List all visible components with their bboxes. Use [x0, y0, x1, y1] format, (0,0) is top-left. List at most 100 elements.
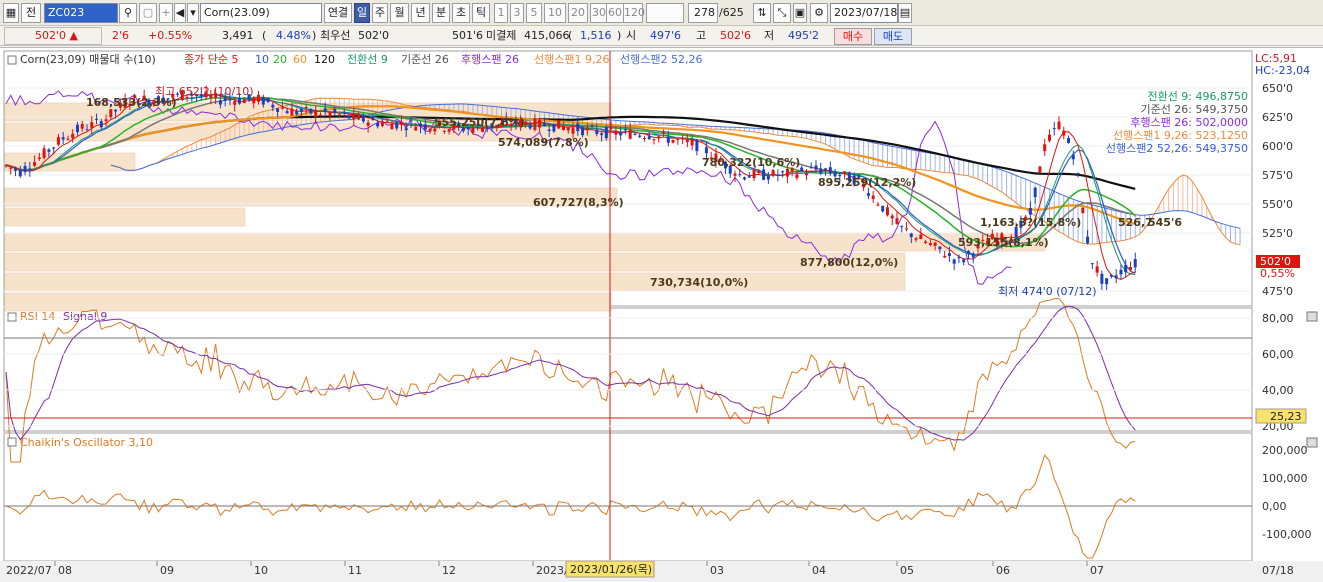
interval-3[interactable]: 3 — [510, 3, 524, 23]
dropdown-icon[interactable]: ▾ — [187, 3, 199, 23]
candle-body — [237, 97, 241, 104]
candle-body — [533, 118, 537, 130]
speaker-icon[interactable]: ◀ — [174, 3, 186, 23]
period-month[interactable]: 월 — [390, 3, 409, 23]
chart-area[interactable]: Corn(23,09) 매물대 수(10) 종가 단순 5 10 20 60 1… — [0, 47, 1323, 579]
volume-bar — [4, 207, 246, 227]
candle-body — [828, 167, 832, 174]
period-second[interactable]: 초 — [452, 3, 470, 23]
candle-body — [9, 167, 13, 169]
candle-body — [109, 109, 113, 118]
candle-body — [547, 129, 551, 131]
low-value: 495'2 — [788, 29, 820, 42]
chart-canvas[interactable]: Corn(23,09) 매물대 수(10) 종가 단순 5 10 20 60 1… — [0, 48, 1323, 579]
zoom-icon[interactable]: ⤡ — [773, 3, 791, 23]
x-axis-label: 2023/ — [536, 564, 568, 577]
candle-body — [738, 174, 742, 176]
period-minute[interactable]: 분 — [432, 3, 450, 23]
interval-10[interactable]: 10 — [544, 3, 566, 23]
panel-toggle-icon[interactable] — [7, 437, 17, 447]
lead1-legend: 선행스팬1 9,26 — [534, 53, 609, 66]
candle-body — [404, 128, 408, 131]
rsi-tick-label: 60,00 — [1262, 348, 1294, 361]
gear-icon[interactable]: ⚙ — [810, 3, 828, 23]
candle-body — [681, 137, 685, 140]
candle-body — [895, 218, 899, 224]
x-axis-label: 09 — [160, 564, 174, 577]
date-field[interactable]: 2023/07/18 — [830, 3, 898, 23]
candle-body — [1062, 130, 1066, 136]
period-year[interactable]: 년 — [411, 3, 430, 23]
search-icon[interactable]: ⚲ — [119, 3, 137, 23]
volume-profile-label: 877,800(12,0%) — [800, 256, 898, 269]
candle-body — [762, 169, 766, 180]
candle-body — [104, 119, 108, 122]
compare-icon[interactable]: ▢ — [139, 3, 157, 23]
candle-body — [1057, 121, 1061, 130]
x-axis-label: 2022/07 — [6, 564, 52, 577]
count-input[interactable]: 278 — [688, 3, 718, 23]
candle-type-icon[interactable]: ⇅ — [753, 3, 771, 23]
chaikin-panel — [3, 432, 1253, 562]
period-day[interactable]: 일 — [354, 3, 370, 23]
candle-body — [781, 171, 785, 173]
candle-body — [90, 122, 94, 128]
interval-input[interactable] — [646, 3, 684, 23]
conv-legend: 전환선 9 — [347, 53, 388, 66]
interval-120[interactable]: 120 — [623, 3, 645, 23]
candle-body — [938, 246, 942, 250]
panel-toggle-icon[interactable] — [7, 312, 17, 322]
volume-profile-label: 593,155(8,1%) — [958, 236, 1049, 249]
calendar-icon[interactable]: ▤ — [898, 3, 912, 23]
save-icon[interactable]: ▣ — [793, 3, 807, 23]
interval-60[interactable]: 60 — [606, 3, 624, 23]
candle-body — [528, 125, 532, 129]
quote-bar: 502'0 ▲ 2'6 +0.55% 3,491 ( 4.48% ) 최우선 5… — [0, 26, 1323, 46]
price-tick-label: 550'0 — [1262, 198, 1293, 211]
panel-toggle-icon[interactable] — [7, 55, 17, 65]
candle-body — [261, 97, 265, 105]
x-axis-label: 08 — [58, 564, 72, 577]
candle-body — [37, 157, 41, 159]
candle-body — [947, 253, 951, 256]
calc-icon[interactable]: + — [159, 3, 173, 23]
interval-20[interactable]: 20 — [568, 3, 588, 23]
candle-body — [1052, 128, 1056, 130]
chart-icon[interactable]: ▦ — [3, 3, 19, 23]
candle-body — [338, 114, 342, 116]
candle-body — [56, 137, 60, 145]
sell-button[interactable]: 매도 — [874, 28, 912, 45]
candle-body — [700, 141, 704, 143]
period-tick[interactable]: 틱 — [472, 3, 490, 23]
interval-5[interactable]: 5 — [526, 3, 542, 23]
volume-bar — [4, 187, 618, 207]
candle-body — [1067, 138, 1071, 143]
name-field[interactable]: Corn(23.09) — [200, 3, 322, 23]
price-value: 502'0 — [35, 29, 67, 42]
candle-body — [1095, 266, 1099, 273]
candle-body — [866, 193, 870, 196]
panel-menu-icon[interactable] — [1306, 311, 1318, 322]
interval-1[interactable]: 1 — [494, 3, 508, 23]
candle-body — [1047, 134, 1051, 141]
low-annotation: 최저 474'0 (07/12) — [998, 285, 1097, 298]
x-axis-label: 04 — [812, 564, 826, 577]
candle-body — [395, 122, 399, 129]
prev-button[interactable]: 전 — [21, 3, 41, 23]
buy-button[interactable]: 매수 — [834, 28, 872, 45]
chaikin-legend: Chaikin's Oscillator 3,10 — [20, 436, 153, 449]
volume-bar — [4, 252, 906, 272]
candle-body — [1119, 269, 1123, 275]
x-axis-label: 12 — [442, 564, 456, 577]
period-week[interactable]: 주 — [372, 3, 388, 23]
candle-body — [1124, 264, 1128, 273]
main-legend: Corn(23,09) 매물대 수(10) — [20, 53, 156, 66]
x-axis-label: 11 — [348, 564, 362, 577]
code-input[interactable]: ZC023 — [44, 3, 118, 23]
link-button[interactable]: 연결 — [324, 3, 352, 23]
ichimoku-value-label: 선행스팬2 52,26: 549,3750 — [1106, 142, 1248, 155]
ma10-legend: 10 — [255, 53, 269, 66]
candle-body — [538, 119, 542, 128]
candle-body — [585, 127, 589, 131]
panel-menu-icon[interactable] — [1306, 437, 1318, 448]
